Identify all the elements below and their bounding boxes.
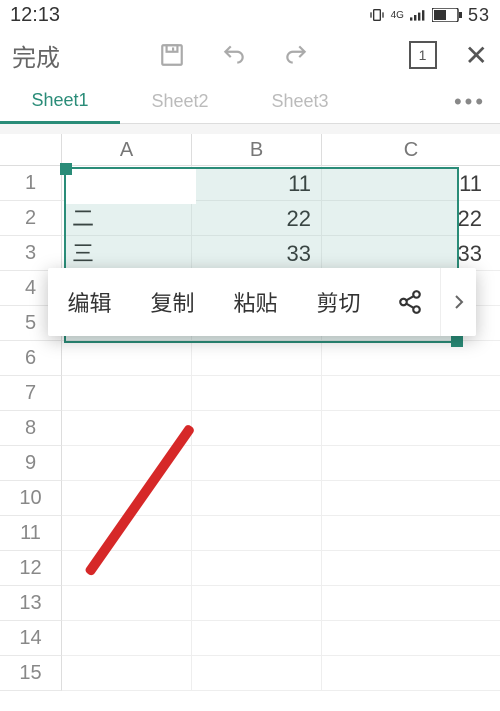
table-row: 8 [0,411,500,446]
table-row: 6 [0,341,500,376]
cell[interactable] [322,341,500,376]
tab-more-button[interactable]: ••• [440,89,500,115]
cell[interactable] [62,341,192,376]
network-4g-icon: 4G [391,10,404,21]
cell[interactable] [322,376,500,411]
ctx-cut-button[interactable]: 剪切 [297,286,380,318]
ctx-edit-button[interactable]: 编辑 [48,286,131,318]
cell[interactable] [192,551,322,586]
cell[interactable]: 33 [192,236,322,271]
table-row: 15 [0,656,500,691]
cell[interactable] [62,586,192,621]
cell[interactable]: 22 [192,201,322,236]
cell[interactable]: 33 [322,236,500,271]
table-row: 14 [0,621,500,656]
share-icon [397,289,423,315]
ctx-more-button[interactable] [440,268,476,336]
cell[interactable] [62,656,192,691]
tab-sheet2[interactable]: Sheet2 [120,81,240,122]
cell[interactable] [192,586,322,621]
cell[interactable] [322,446,500,481]
table-row: 7 [0,376,500,411]
cell[interactable]: 三 [62,236,192,271]
redo-icon[interactable] [283,42,309,68]
cell[interactable] [62,516,192,551]
save-icon[interactable] [159,42,185,68]
gap [0,124,500,134]
table-row: 3三3333 [0,236,500,271]
cell[interactable] [322,516,500,551]
chevron-right-icon [454,294,464,310]
cell[interactable] [192,621,322,656]
column-headers: A B C [0,134,500,166]
close-button[interactable]: ✕ [465,39,488,72]
status-time: 12:13 [10,4,60,27]
table-row: 11 [0,516,500,551]
cell[interactable] [192,481,322,516]
cell[interactable] [322,621,500,656]
cell[interactable] [192,411,322,446]
cell[interactable] [62,411,192,446]
cell[interactable] [192,516,322,551]
context-menu: 编辑 复制 粘贴 剪切 [48,268,476,336]
ctx-paste-button[interactable]: 粘贴 [214,286,297,318]
tab-sheet3[interactable]: Sheet3 [240,81,360,122]
cell[interactable] [62,376,192,411]
ctx-copy-button[interactable]: 复制 [131,286,214,318]
cell[interactable]: 11 [322,166,500,201]
undo-icon[interactable] [221,42,247,68]
ctx-share-button[interactable] [380,289,440,315]
cell[interactable] [192,656,322,691]
signal-icon [410,8,426,22]
cell[interactable] [192,341,322,376]
col-header-a[interactable]: A [62,134,192,166]
cell[interactable] [322,586,500,621]
done-button[interactable]: 完成 [12,38,60,73]
vibrate-icon [369,7,385,23]
sheet-tabs: Sheet1 Sheet2 Sheet3 ••• [0,80,500,124]
battery-icon [432,8,462,22]
cell[interactable] [62,621,192,656]
cell[interactable] [322,551,500,586]
col-header-c[interactable]: C [322,134,500,166]
table-row: 10 [0,481,500,516]
status-bar: 12:13 4G 53 [0,0,500,30]
table-row: 12 [0,551,500,586]
cell[interactable] [322,481,500,516]
cell[interactable]: 二 [62,201,192,236]
cell[interactable] [322,411,500,446]
cell[interactable] [192,446,322,481]
cell[interactable] [62,446,192,481]
table-row: 13 [0,586,500,621]
table-row: 1一1111 [0,166,500,201]
cell[interactable] [192,376,322,411]
corner-cell[interactable] [0,134,62,166]
battery-percent: 53 [468,5,490,26]
spreadsheet[interactable]: A B C 1一1111 2二2222 3三3333 4 5合计 6 7 8 9… [0,134,500,691]
cell[interactable] [62,481,192,516]
cell[interactable]: 一 [62,166,192,201]
toolbar: 完成 1 ✕ [0,30,500,80]
page-indicator[interactable]: 1 [409,41,437,69]
cell[interactable] [62,551,192,586]
cell[interactable] [322,656,500,691]
cell[interactable]: 11 [192,166,322,201]
tab-sheet1[interactable]: Sheet1 [0,80,120,124]
status-indicators: 4G 53 [369,5,490,26]
table-row: 9 [0,446,500,481]
cell[interactable]: 22 [322,201,500,236]
col-header-b[interactable]: B [192,134,322,166]
table-row: 2二2222 [0,201,500,236]
